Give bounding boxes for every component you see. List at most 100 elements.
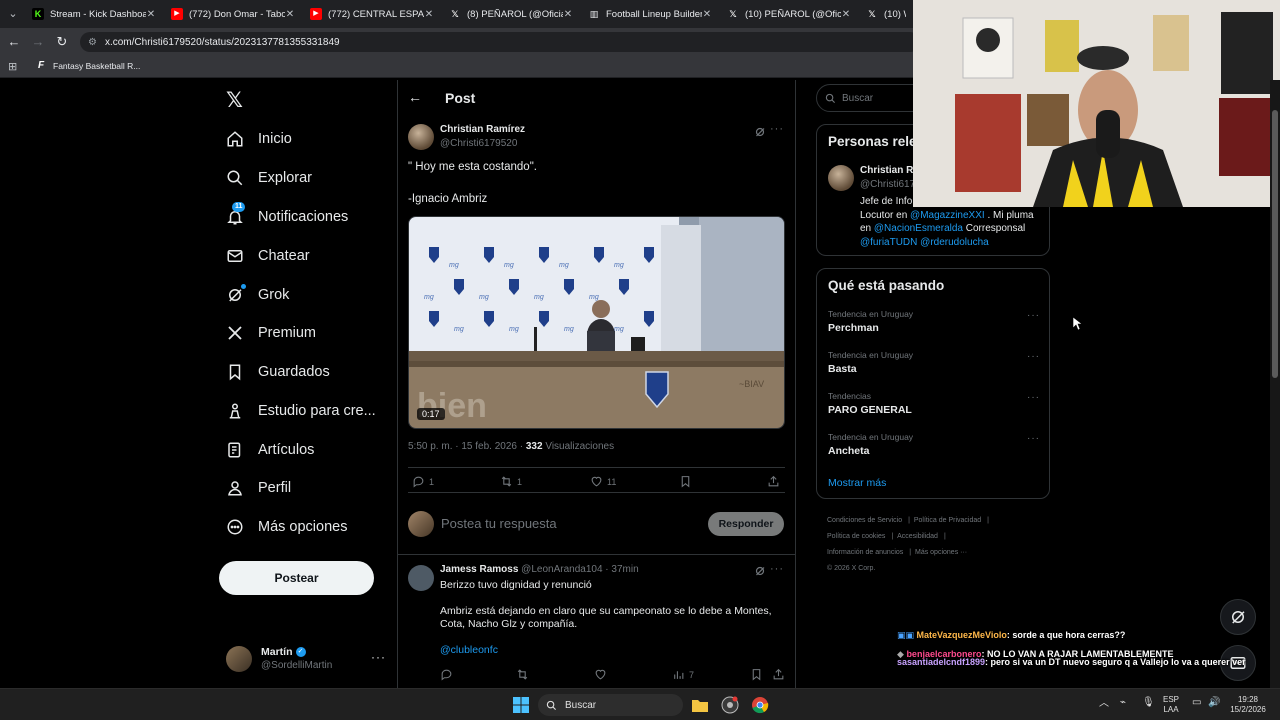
network-icon[interactable]: ⌁ (1120, 698, 1126, 708)
author-name[interactable]: Christian Ramírez (440, 124, 525, 135)
windows-start-icon[interactable] (512, 696, 530, 714)
footer-link[interactable]: Información de anuncios (827, 549, 903, 556)
repost-button[interactable]: 1 (500, 475, 522, 488)
trend-more-icon[interactable]: ··· (1027, 392, 1040, 403)
tray-chevron-icon[interactable]: ︿ (1099, 699, 1109, 709)
bio-mention-link[interactable]: @MagazzineXXI (910, 210, 985, 221)
nav-item-grok[interactable]: Grok (226, 280, 289, 310)
site-info-icon[interactable]: ⚙ (88, 37, 97, 48)
forward-icon[interactable]: → (29, 33, 47, 51)
reply-share-button[interactable] (772, 668, 789, 681)
share-button[interactable] (767, 475, 784, 488)
page-scrollbar[interactable] (1270, 80, 1280, 688)
trend-more-icon[interactable]: ··· (1027, 351, 1040, 362)
relevant-name[interactable]: Christian R (860, 165, 913, 176)
apps-grid-icon[interactable]: ⊞ (8, 60, 17, 73)
tab-youtube-central[interactable]: ▶ (772) CENTRAL ESPAÑOL ✕ (304, 4, 440, 24)
clock[interactable]: 19:28 15/2/2026 (1226, 695, 1270, 715)
reply-button[interactable]: 1 (412, 475, 434, 488)
language-indicator[interactable]: ESP LAA (1163, 695, 1179, 715)
reply-like-button[interactable] (594, 668, 611, 681)
trend-item[interactable]: Tendencia en Uruguay Basta ··· (828, 350, 1040, 375)
trend-item[interactable]: Tendencias PARO GENERAL ··· (828, 391, 1040, 416)
footer-link[interactable]: Más opciones ··· (915, 549, 967, 556)
footer-link[interactable]: Política de Privacidad (914, 517, 981, 524)
chrome-icon[interactable] (751, 696, 769, 714)
tab-lineup-builder[interactable]: ▥ Football Lineup Builder - ✕ (582, 4, 718, 24)
nav-item-premium[interactable]: Premium (226, 318, 316, 348)
close-tab-icon[interactable]: ✕ (841, 9, 851, 20)
reply-reply-button[interactable] (440, 668, 457, 681)
bookmark-fantasy-basketball[interactable]: F Fantasy Basketball R... (38, 61, 140, 72)
close-tab-icon[interactable]: ✕ (424, 9, 434, 20)
nav-item-articles[interactable]: Artículos (226, 435, 314, 465)
back-arrow-icon[interactable]: ← (408, 89, 422, 105)
x-logo-icon[interactable]: 𝕏 (226, 88, 243, 113)
trend-more-icon[interactable]: ··· (1027, 433, 1040, 444)
post-button[interactable]: Postear (219, 561, 374, 595)
author-handle[interactable]: @Christi6179520 (440, 138, 517, 149)
reply-views-button[interactable]: 7 (672, 668, 694, 681)
show-more-link[interactable]: Mostrar más (828, 477, 886, 489)
taskbar-search[interactable]: Buscar (538, 694, 683, 716)
account-more-icon[interactable]: ··· (371, 650, 386, 664)
display-icon[interactable]: ▭ (1192, 698, 1201, 708)
reply-author-handle[interactable]: @LeonAranda104 (521, 564, 602, 575)
address-bar[interactable]: ⚙ x.com/Christi6179520/status/2023137781… (80, 32, 920, 52)
post-more-icon[interactable]: ··· (770, 123, 784, 135)
trend-more-icon[interactable]: ··· (1027, 310, 1040, 321)
post-video[interactable]: mg mg mg mg mg mg mg mg mg mg mg mg bien ~BIAV (408, 216, 785, 429)
grok-explain-icon[interactable] (754, 126, 766, 138)
microphone-icon[interactable]: 🎙 (1142, 698, 1155, 708)
tab-youtube-don-omar[interactable]: ▶ (772) Don Omar - Taboo ✕ (165, 4, 301, 24)
reply-bookmark-button[interactable] (750, 668, 767, 681)
tab-search-chevron-icon[interactable]: ⌄ (4, 5, 22, 23)
nav-item-studio[interactable]: Estudio para cre... (226, 396, 376, 426)
close-tab-icon[interactable]: ✕ (702, 9, 712, 20)
reply-more-icon[interactable]: ··· (770, 563, 784, 575)
reply-author-name[interactable]: Jamess Ramoss (440, 564, 518, 575)
like-button[interactable]: 11 (590, 475, 616, 488)
close-tab-icon[interactable]: ✕ (146, 9, 156, 20)
close-tab-icon[interactable]: ✕ (285, 9, 295, 20)
nav-item-chat[interactable]: Chatear (226, 241, 310, 271)
nav-item-bookmarks[interactable]: Guardados (226, 357, 330, 387)
author-avatar[interactable] (408, 124, 434, 150)
volume-icon[interactable]: 🔊 (1208, 698, 1220, 708)
account-switcher[interactable]: Martín ✓ @SordelliMartin ··· (226, 644, 386, 674)
reply-submit-button[interactable]: Responder (708, 512, 784, 536)
post-timestamp[interactable]: 5:50 p. m. · 15 feb. 2026 · (408, 441, 523, 452)
scrollbar-thumb[interactable] (1272, 110, 1278, 378)
bio-mention-link[interactable]: @rderudolucha (920, 237, 989, 248)
bio-mention-link[interactable]: @furiaTUDN (860, 237, 917, 248)
grok-explain-icon[interactable] (754, 565, 766, 577)
reply-author-avatar[interactable] (408, 565, 434, 591)
tab-x-penarol-2[interactable]: 𝕏 (10) PEÑAROL (@OficialC ✕ (721, 4, 857, 24)
tab-x-wilson[interactable]: 𝕏 (10) Wilso (860, 4, 912, 24)
file-explorer-icon[interactable] (691, 696, 709, 714)
reply-repost-button[interactable] (516, 668, 533, 681)
trend-item[interactable]: Tendencia en Uruguay Ancheta ··· (828, 432, 1040, 457)
nav-item-notifications[interactable]: 11 Notificaciones (226, 202, 348, 232)
relevant-handle[interactable]: @Christi617 (860, 179, 915, 190)
footer-link[interactable]: Accesibilidad (897, 533, 938, 540)
nav-item-more[interactable]: Más opciones (226, 512, 347, 542)
reply-input[interactable]: Postea tu respuesta (441, 516, 557, 531)
relevant-avatar[interactable] (828, 165, 854, 191)
tab-x-penarol[interactable]: 𝕏 (8) PEÑAROL (@OficialCA ✕ (443, 4, 579, 24)
footer-link[interactable]: Política de cookies (827, 533, 885, 540)
bookmark-button[interactable] (679, 475, 696, 488)
trend-item[interactable]: Tendencia en Uruguay Perchman ··· (828, 309, 1040, 334)
back-icon[interactable]: ← (5, 33, 23, 51)
reload-icon[interactable]: ↻ (53, 33, 71, 51)
grok-floating-button[interactable] (1220, 599, 1256, 635)
close-tab-icon[interactable]: ✕ (563, 9, 573, 20)
nav-item-explore[interactable]: Explorar (226, 163, 312, 193)
obs-icon[interactable] (721, 696, 739, 714)
tab-kick-dashboard[interactable]: K Stream - Kick Dashboard ✕ (26, 4, 162, 24)
nav-item-home[interactable]: Inicio (226, 124, 292, 154)
bio-mention-link[interactable]: @NacionEsmeralda (874, 223, 963, 234)
nav-item-profile[interactable]: Perfil (226, 473, 291, 503)
footer-link[interactable]: Condiciones de Servicio (827, 517, 902, 524)
reply-mention-link[interactable]: @clubleonfc (440, 644, 780, 657)
